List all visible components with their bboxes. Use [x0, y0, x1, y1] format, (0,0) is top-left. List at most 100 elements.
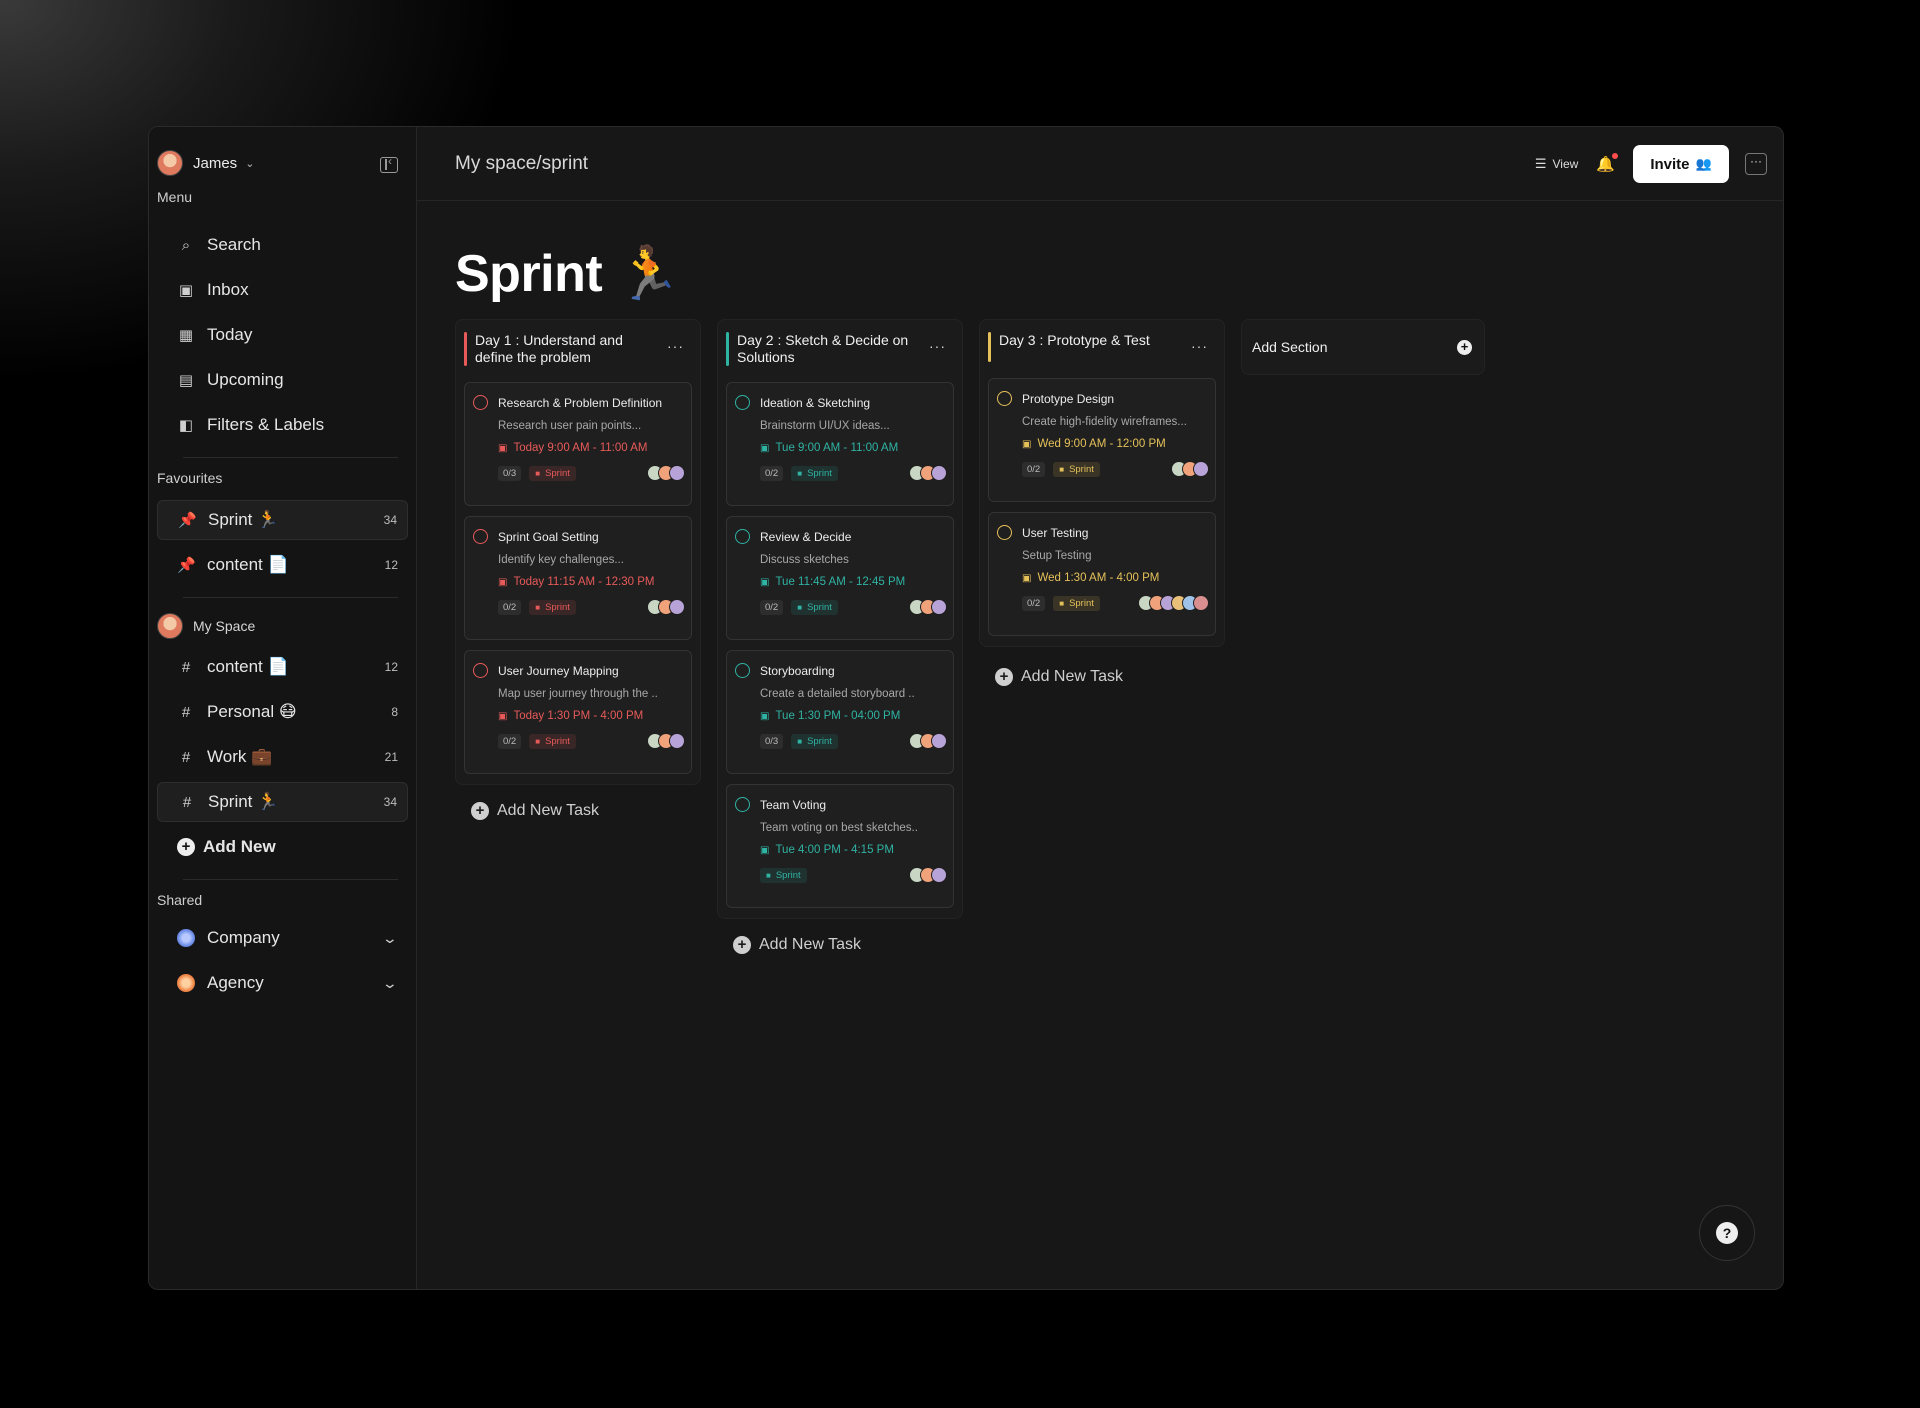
favourite-item-content[interactable]: 📌 content 📄 12 [157, 545, 408, 585]
help-icon: ? [1716, 1222, 1738, 1244]
tag-badge[interactable]: ■ Sprint [529, 599, 576, 615]
main-content: My space/sprint ☰ View 🔔 Invite 👥 ··· Sp… [417, 127, 1783, 1289]
board: Day 1 : Understand and define the proble… [455, 319, 1485, 919]
task-title: Ideation & Sketching [760, 395, 871, 410]
tag-label: Sprint [1069, 597, 1094, 609]
user-name: James [193, 154, 238, 172]
task-card[interactable]: Team Voting Team voting on best sketches… [726, 784, 954, 908]
search-icon: ⌕ [181, 236, 191, 254]
tag-badge[interactable]: ■ Sprint [791, 465, 838, 481]
assignee-avatar[interactable] [1193, 595, 1209, 611]
task-checkbox[interactable] [735, 663, 750, 678]
help-button[interactable]: ? [1699, 1205, 1755, 1261]
divider [183, 597, 398, 598]
assignee-avatar[interactable] [931, 733, 947, 749]
page-title: Sprint 🏃 [455, 245, 681, 303]
assignee-avatar[interactable] [669, 465, 685, 481]
task-title: User Journey Mapping [498, 663, 619, 678]
task-checkbox[interactable] [473, 663, 488, 678]
task-checkbox[interactable] [997, 525, 1012, 540]
add-new-label: Add New [203, 837, 276, 856]
view-button[interactable]: ☰ View [1535, 156, 1578, 172]
tag-icon: ■ [1059, 464, 1065, 474]
plus-icon: + [177, 838, 195, 856]
task-card[interactable]: Sprint Goal Setting Identify key challen… [464, 516, 692, 640]
tag-label: Sprint [1069, 463, 1094, 475]
sidebar: James ⌄ Menu ⌕ Search ▣ Inbox ▦ Today ▤ … [149, 127, 417, 1289]
assignee-avatar[interactable] [931, 599, 947, 615]
add-task-button[interactable]: + Add New Task [995, 665, 1123, 689]
assignee-avatar[interactable] [1193, 461, 1209, 477]
more-options-icon[interactable]: ··· [1745, 153, 1767, 175]
task-description: Map user journey through the .. [498, 688, 658, 700]
collapse-sidebar-icon[interactable] [380, 154, 398, 173]
item-count: 8 [391, 705, 398, 719]
shared-item-agency[interactable]: Agency ⌄ [157, 963, 408, 1003]
assignee-avatar[interactable] [669, 733, 685, 749]
add-new-button[interactable]: + Add New [157, 827, 408, 867]
add-task-button[interactable]: + Add New Task [471, 799, 599, 823]
tag-badge[interactable]: ■ Sprint [791, 599, 838, 615]
bell-icon[interactable]: 🔔 [1596, 153, 1618, 173]
subtask-count: 0/2 [760, 599, 784, 615]
user-switcher[interactable]: James ⌄ [157, 149, 408, 177]
menu-item-filters-labels[interactable]: ◧ Filters & Labels [157, 405, 408, 445]
task-checkbox[interactable] [473, 395, 488, 410]
task-footer: 0/2 ■ Sprint [760, 464, 947, 482]
space-item-content[interactable]: # content 📄 12 [157, 647, 408, 687]
tag-badge[interactable]: ■ Sprint [760, 867, 807, 883]
column-more-icon[interactable]: ··· [1191, 338, 1208, 354]
assignee-avatar[interactable] [931, 867, 947, 883]
assignee-avatar[interactable] [669, 599, 685, 615]
space-item-sprint[interactable]: # Sprint 🏃 34 [157, 782, 408, 822]
tag-icon: ■ [766, 870, 771, 880]
task-footer: 0/2 ■ Sprint [498, 732, 685, 750]
task-card[interactable]: User Journey Mapping Map user journey th… [464, 650, 692, 774]
tag-badge[interactable]: ■ Sprint [529, 733, 576, 749]
task-time-row: ▣ Wed 9:00 AM - 12:00 PM [1022, 438, 1205, 450]
assignee-avatar[interactable] [931, 465, 947, 481]
calendar-icon: ▣ [760, 710, 770, 722]
task-card[interactable]: User Testing Setup Testing ▣ Wed 1:30 AM… [988, 512, 1216, 636]
calendar-icon: ▣ [498, 710, 508, 722]
task-time: Wed 9:00 AM - 12:00 PM [1037, 438, 1166, 450]
menu-item-label: Upcoming [207, 370, 284, 389]
task-checkbox[interactable] [997, 391, 1012, 406]
menu-item-today[interactable]: ▦ Today [157, 315, 408, 355]
menu-item-inbox[interactable]: ▣ Inbox [157, 270, 408, 310]
task-checkbox[interactable] [735, 529, 750, 544]
my-space-header[interactable]: My Space [157, 610, 408, 642]
menu-item-upcoming[interactable]: ▤ Upcoming [157, 360, 408, 400]
task-checkbox[interactable] [473, 529, 488, 544]
task-description: Team voting on best sketches.. [760, 822, 918, 834]
favourite-item-sprint[interactable]: 📌 Sprint 🏃 34 [157, 500, 408, 540]
shared-item-company[interactable]: Company ⌄ [157, 918, 408, 958]
space-item-personal[interactable]: # Personal 😷 8 [157, 692, 408, 732]
task-description: Create a detailed storyboard .. [760, 688, 915, 700]
shared-item-label: Company [207, 928, 280, 947]
task-checkbox[interactable] [735, 797, 750, 812]
tag-label: Sprint [545, 735, 570, 747]
task-footer: 0/2 ■ Sprint [760, 598, 947, 616]
task-card[interactable]: Storyboarding Create a detailed storyboa… [726, 650, 954, 774]
add-section-button[interactable]: Add Section + [1241, 319, 1485, 375]
tag-badge[interactable]: ■ Sprint [1053, 595, 1100, 611]
menu-item-search[interactable]: ⌕ Search [157, 225, 408, 265]
tag-badge[interactable]: ■ Sprint [1053, 461, 1100, 477]
plus-icon: + [733, 936, 751, 954]
add-task-button[interactable]: + Add New Task [733, 933, 861, 957]
task-card[interactable]: Ideation & Sketching Brainstorm UI/UX id… [726, 382, 954, 506]
chevron-down-icon[interactable]: ⌄ [382, 930, 398, 947]
hash-icon: # [182, 793, 192, 811]
chevron-down-icon[interactable]: ⌄ [382, 975, 398, 992]
column-more-icon[interactable]: ··· [929, 338, 946, 354]
column-more-icon[interactable]: ··· [667, 338, 684, 354]
task-checkbox[interactable] [735, 395, 750, 410]
tag-badge[interactable]: ■ Sprint [791, 733, 838, 749]
task-card[interactable]: Prototype Design Create high-fidelity wi… [988, 378, 1216, 502]
space-item-work[interactable]: # Work 💼 21 [157, 737, 408, 777]
tag-badge[interactable]: ■ Sprint [529, 465, 576, 481]
invite-button[interactable]: Invite 👥 [1633, 145, 1729, 183]
task-card[interactable]: Review & Decide Discuss sketches ▣ Tue 1… [726, 516, 954, 640]
task-card[interactable]: Research & Problem Definition Research u… [464, 382, 692, 506]
